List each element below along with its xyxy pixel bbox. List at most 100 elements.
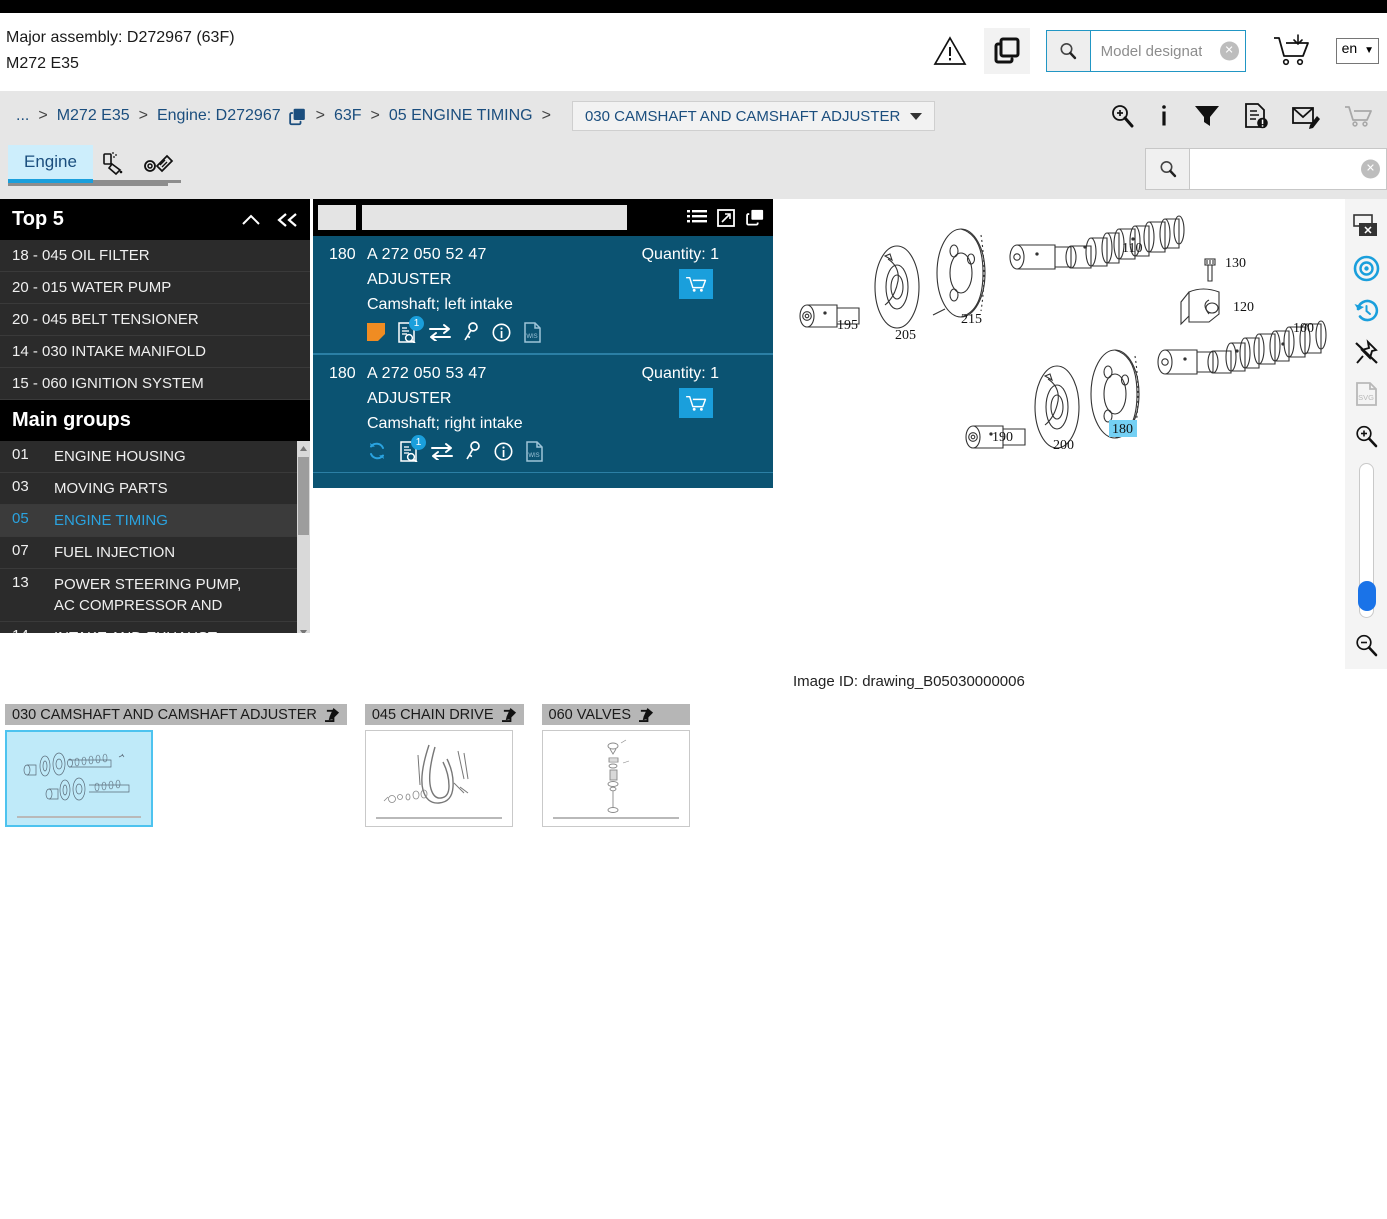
top5-item-2[interactable]: 20 - 045 BELT TENSIONER — [0, 304, 310, 336]
top5-item-1[interactable]: 20 - 015 WATER PUMP — [0, 272, 310, 304]
note-icon[interactable] — [367, 323, 385, 341]
add-to-cart-icon[interactable] — [679, 388, 713, 418]
parts-filter-input[interactable] — [362, 205, 627, 230]
zoom-slider-thumb[interactable] — [1357, 581, 1376, 611]
filter-icon[interactable] — [1193, 103, 1221, 129]
document-search-icon[interactable]: 1 — [397, 315, 424, 343]
unpin-icon[interactable] — [1346, 331, 1386, 373]
part-row[interactable]: 180 A 272 050 52 47 Quantity: 1 ADJUSTER… — [313, 236, 773, 354]
breadcrumb-item-1[interactable]: M272 E35 — [57, 107, 130, 125]
language-selector[interactable]: en ▼ — [1335, 38, 1379, 64]
target-icon[interactable] — [1346, 247, 1386, 289]
key-icon[interactable] — [463, 322, 480, 342]
search-icon[interactable] — [1146, 149, 1190, 189]
top5-item-4[interactable]: 15 - 060 IGNITION SYSTEM — [0, 368, 310, 400]
parts-filter-small-input[interactable] — [318, 205, 356, 230]
breadcrumb-separator: > — [541, 107, 551, 124]
zoom-out-icon[interactable] — [1346, 624, 1386, 666]
expand-arrows-icon[interactable] — [717, 208, 735, 227]
main-group-item-14[interactable]: 14 INTAKE AND EXHAUST — [0, 622, 310, 633]
warning-triangle-icon[interactable] — [930, 31, 970, 71]
app-root: Major assembly: D272967 (63F) M272 E35 M… — [0, 0, 1387, 1219]
top5-item-0[interactable]: 18 - 045 OIL FILTER — [0, 240, 310, 272]
callout-180-highlighted: 180 — [1112, 422, 1133, 437]
main-group-item-07[interactable]: 07 FUEL INJECTION — [0, 537, 310, 569]
quantity-label: Quantity: — [641, 365, 706, 382]
zoom-in-icon[interactable] — [1346, 415, 1386, 457]
thumbnail-image[interactable] — [364, 730, 513, 827]
group-dropdown[interactable]: 030 CAMSHAFT AND CAMSHAFT ADJUSTER — [571, 101, 936, 131]
tab-paint-spray[interactable] — [92, 145, 137, 183]
document-alert-icon[interactable] — [1243, 102, 1269, 130]
tab-bolt-nut[interactable] — [136, 145, 181, 183]
history-undo-icon[interactable] — [1346, 289, 1386, 331]
main-groups-scrollbar[interactable] — [297, 441, 310, 633]
add-to-cart-icon[interactable] — [679, 269, 713, 299]
exchange-icon[interactable] — [429, 323, 451, 341]
breadcrumb-item-4[interactable]: 05 ENGINE TIMING — [389, 107, 533, 125]
zoom-slider[interactable] — [1357, 463, 1376, 618]
scrollbar-thumb[interactable] — [298, 457, 309, 535]
top5-item-3[interactable]: 14 - 030 INTAKE MANIFOLD — [0, 336, 310, 368]
zoom-in-icon[interactable] — [1109, 103, 1135, 129]
global-search[interactable]: ✕ — [1145, 148, 1387, 190]
copy-documents-icon[interactable] — [983, 28, 1030, 74]
viewer-toolbar: ✕ SVG — [1345, 199, 1387, 669]
search-icon[interactable] — [1046, 31, 1091, 71]
main-group-item-05[interactable]: 05 ENGINE TIMING — [0, 505, 310, 537]
key-icon[interactable] — [465, 441, 482, 461]
model-search-input[interactable]: Model designat ✕ — [1091, 31, 1245, 71]
edit-pencil-icon[interactable] — [501, 707, 517, 722]
chevron-up-icon[interactable] — [240, 212, 262, 228]
breadcrumb-item-3[interactable]: 63F — [334, 107, 362, 125]
technical-drawing[interactable]: 195 205 215 110 130 120 100 190 200 180 — [785, 199, 1345, 669]
main-groups-title: Main groups — [12, 409, 131, 431]
list-view-icon[interactable] — [687, 209, 707, 227]
clear-model-search-icon[interactable]: ✕ — [1219, 41, 1239, 61]
chevron-double-left-icon[interactable] — [276, 212, 300, 228]
part-200 — [1034, 365, 1080, 449]
info-circle-icon[interactable] — [494, 442, 513, 461]
duplicate-window-icon[interactable] — [745, 209, 765, 227]
scroll-down-icon[interactable] — [297, 625, 310, 633]
callout-200: 200 — [1053, 438, 1074, 453]
close-overlay-icon[interactable]: ✕ — [1346, 205, 1386, 247]
tab-engine[interactable]: Engine — [8, 145, 93, 183]
part-row[interactable]: 180 A 272 050 53 47 Quantity: 1 ADJUSTER… — [313, 354, 773, 473]
wis-document-icon[interactable]: WIS — [525, 440, 543, 462]
thumbnail-image[interactable] — [541, 730, 690, 827]
email-edit-icon[interactable] — [1291, 103, 1321, 129]
document-search-icon[interactable]: 1 — [399, 434, 426, 462]
exchange-icon[interactable] — [431, 442, 453, 460]
wis-document-icon[interactable]: WIS — [523, 321, 541, 343]
breadcrumb-item-2[interactable]: Engine: D272967 — [157, 107, 281, 125]
global-search-input[interactable]: ✕ — [1190, 149, 1386, 189]
edit-pencil-icon[interactable] — [639, 707, 654, 722]
clear-search-icon[interactable]: ✕ — [1361, 159, 1380, 179]
main-group-item-03[interactable]: 03 MOVING PARTS — [0, 473, 310, 505]
scroll-up-icon[interactable] — [297, 441, 310, 455]
paint-spray-icon — [100, 150, 130, 176]
cart-icon[interactable] — [1343, 103, 1373, 129]
edit-pencil-icon[interactable] — [324, 707, 340, 722]
main-group-name: FUEL INJECTION — [54, 544, 176, 561]
breadcrumb-item-0[interactable]: ... — [16, 107, 29, 125]
main-group-item-01[interactable]: 01 ENGINE HOUSING — [0, 441, 310, 473]
thumbnail-045[interactable]: 045 CHAIN DRIVE — [364, 704, 524, 827]
thumbnail-030[interactable]: 030 CAMSHAFT AND CAMSHAFT ADJUSTER — [5, 704, 347, 827]
info-icon[interactable] — [1157, 103, 1171, 129]
badge-count: 1 — [409, 315, 424, 331]
refresh-icon[interactable] — [367, 441, 387, 461]
main-group-name: INTAKE AND EXHAUST — [54, 627, 217, 633]
info-circle-icon[interactable] — [492, 323, 511, 342]
main-group-name: POWER STEERING PUMP, AC COMPRESSOR AND — [54, 576, 242, 614]
model-designation-search[interactable]: Model designat ✕ — [1045, 30, 1246, 72]
svg-export-icon[interactable]: SVG — [1346, 373, 1386, 415]
thumbnail-060[interactable]: 060 VALVES — [541, 704, 690, 827]
shopping-cart-add-icon[interactable] — [1268, 33, 1316, 69]
main-group-item-13[interactable]: 13 POWER STEERING PUMP, AC COMPRESSOR AN… — [0, 569, 310, 622]
main-group-name: ENGINE HOUSING — [54, 448, 186, 465]
thumbnail-scroll-indicator — [552, 817, 679, 819]
thumbnail-image[interactable] — [5, 730, 153, 827]
breadcrumb-copy-icon[interactable] — [288, 107, 307, 126]
